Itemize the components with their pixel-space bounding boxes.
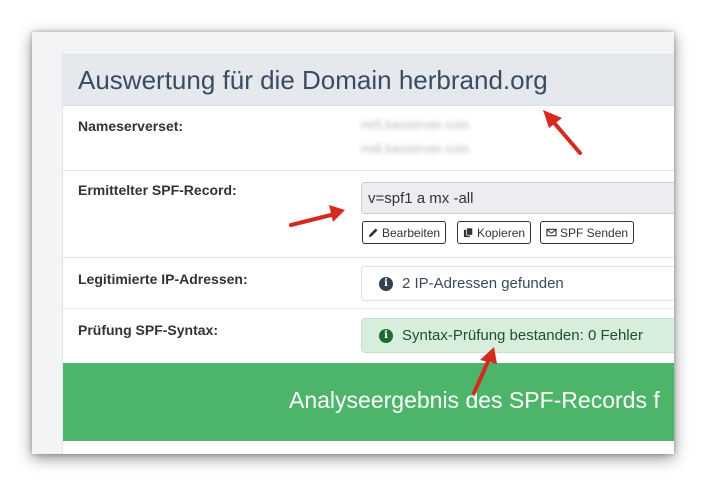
annotation-layer [289,110,582,395]
red-arrow-icon [543,110,582,155]
red-arrow-icon [472,347,497,395]
red-arrow-icon [289,205,345,227]
